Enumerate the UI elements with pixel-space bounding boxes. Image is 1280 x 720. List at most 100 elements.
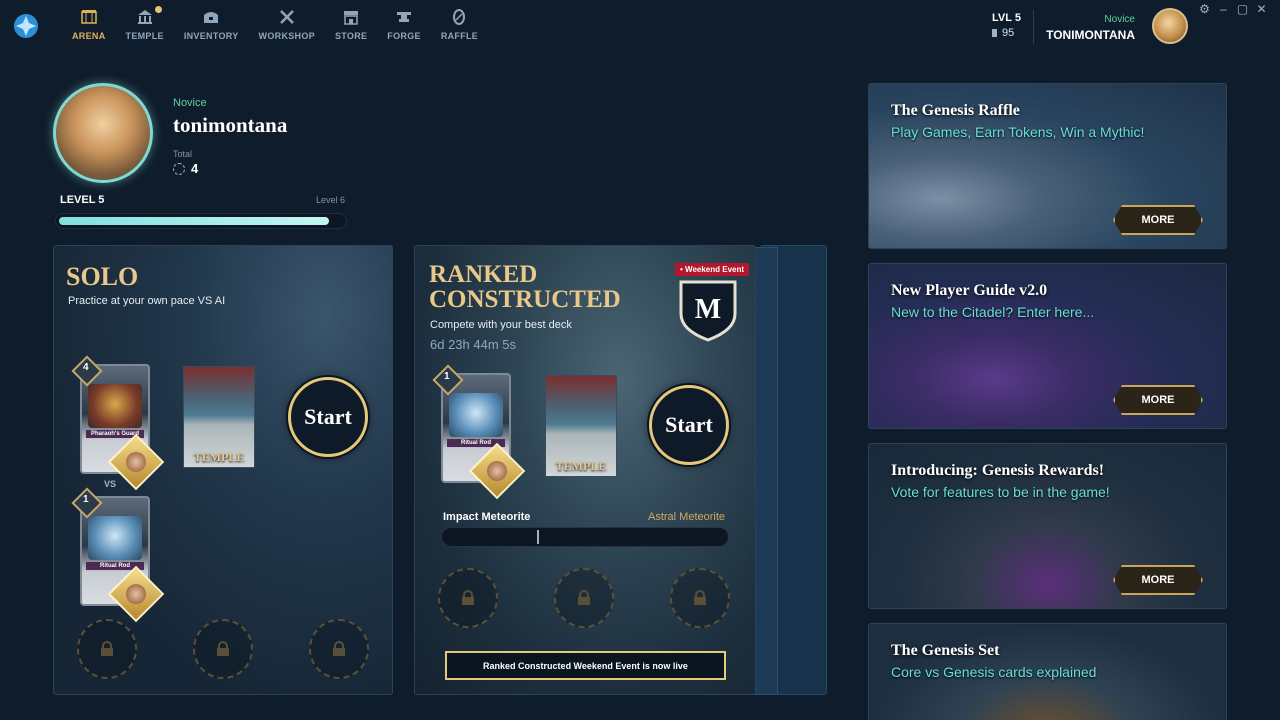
nav-raffle[interactable]: RAFFLE bbox=[431, 8, 488, 41]
lock-icon bbox=[578, 590, 590, 605]
locked-slot bbox=[193, 619, 253, 679]
weekend-event-label: Weekend Event bbox=[685, 265, 745, 274]
vs-label: VS bbox=[104, 479, 117, 489]
nav-label: STORE bbox=[334, 31, 368, 41]
arena-icon bbox=[81, 10, 97, 24]
nav-store[interactable]: STORE bbox=[325, 8, 377, 41]
news-title: The Genesis Raffle bbox=[891, 102, 1020, 119]
profile-total-value: 4 bbox=[191, 161, 199, 176]
nav-label: TEMPLE bbox=[125, 31, 164, 41]
news-title: The Genesis Set bbox=[891, 642, 1000, 659]
lock-icon bbox=[217, 641, 229, 656]
maximize-icon[interactable]: ▢ bbox=[1236, 3, 1249, 16]
deck-card-ritual-rod[interactable]: 1 Ritual Rod bbox=[71, 487, 165, 623]
nav-label: ARENA bbox=[72, 31, 106, 41]
nav-inventory[interactable]: INVENTORY bbox=[174, 8, 249, 41]
header-user[interactable]: Novice TONIMONTANA bbox=[1046, 14, 1135, 42]
news-card-player-guide[interactable]: New Player Guide v2.0 New to the Citadel… bbox=[868, 263, 1227, 429]
locked-slot bbox=[554, 568, 614, 628]
news-subtitle: Play Games, Earn Tokens, Win a Mythic! bbox=[891, 124, 1145, 140]
temple-deck[interactable]: TEMPLE bbox=[545, 375, 617, 477]
weekend-event-notice[interactable]: Ranked Constructed Weekend Event is now … bbox=[445, 651, 726, 680]
ranked-timer: 6d 23h 44m 5s bbox=[430, 337, 517, 352]
nav-label: WORKSHOP bbox=[258, 31, 315, 41]
nav-forge[interactable]: FORGE bbox=[377, 8, 431, 41]
deck-card-pharaohs-guard[interactable]: 4 Pharaoh's Guard bbox=[71, 355, 165, 491]
ranked-subtitle: Compete with your best deck bbox=[430, 319, 572, 331]
progress-current-label: Impact Meteorite bbox=[443, 511, 531, 523]
nav-arena[interactable]: ARENA bbox=[62, 8, 116, 41]
forge-icon bbox=[397, 12, 412, 22]
store-icon bbox=[344, 11, 359, 25]
card-cost: 4 bbox=[71, 355, 103, 387]
rank-progress-bar bbox=[441, 527, 729, 547]
ranked-start-button[interactable]: Start bbox=[649, 385, 729, 465]
temple-icon bbox=[137, 10, 152, 24]
shard-icon bbox=[992, 29, 997, 37]
solo-subtitle: Practice at your own pace VS AI bbox=[68, 295, 226, 307]
news-title: Introducing: Genesis Rewards! bbox=[891, 462, 1105, 479]
profile-avatar[interactable] bbox=[53, 83, 153, 183]
news-title: New Player Guide v2.0 bbox=[891, 282, 1048, 299]
solo-title: SOLO bbox=[66, 262, 139, 291]
workshop-icon bbox=[279, 10, 294, 24]
profile-total-label: Total bbox=[173, 149, 193, 159]
profile-rank: Novice bbox=[173, 97, 207, 109]
locked-slot bbox=[438, 568, 498, 628]
lock-icon bbox=[462, 590, 474, 605]
window-controls: ⚙ – ▢ ✕ bbox=[1198, 3, 1268, 16]
hero-gem-icon bbox=[107, 433, 165, 491]
temple-label: TEMPLE bbox=[555, 459, 607, 473]
temple-label: TEMPLE bbox=[193, 450, 245, 464]
locked-slot bbox=[309, 619, 369, 679]
settings-gear-icon[interactable]: ⚙ bbox=[1198, 3, 1211, 16]
raffle-icon bbox=[453, 9, 466, 25]
next-level-label: Level 6 bbox=[316, 195, 346, 205]
profile-total: 4 bbox=[173, 161, 198, 176]
header-currency: 95 bbox=[992, 27, 1021, 39]
deck-card-ritual-rod[interactable]: 1 Ritual Rod bbox=[432, 364, 526, 500]
lock-icon bbox=[101, 641, 113, 656]
game-logo-icon[interactable] bbox=[12, 12, 40, 40]
news-card-genesis-rewards[interactable]: Introducing: Genesis Rewards! Vote for f… bbox=[868, 443, 1227, 609]
card-art bbox=[449, 393, 503, 437]
nav-temple[interactable]: TEMPLE bbox=[116, 6, 174, 41]
card-cost: 1 bbox=[432, 364, 464, 396]
close-icon[interactable]: ✕ bbox=[1255, 3, 1268, 16]
temple-deck[interactable]: TEMPLE bbox=[183, 366, 255, 468]
news-subtitle: Core vs Genesis cards explained bbox=[891, 664, 1097, 680]
currency-value: 95 bbox=[1002, 27, 1015, 39]
nav-label: INVENTORY bbox=[183, 31, 239, 41]
progress-next-label: Astral Meteorite bbox=[648, 511, 726, 523]
more-button[interactable]: MORE bbox=[1113, 565, 1203, 595]
header-level: LVL 5 95 bbox=[992, 12, 1021, 39]
locked-slot bbox=[670, 568, 730, 628]
wins-icon bbox=[173, 162, 185, 175]
header-level-text: LVL 5 bbox=[992, 12, 1021, 24]
news-card-genesis-set[interactable]: The Genesis Set Core vs Genesis cards ex… bbox=[868, 623, 1227, 720]
header-divider bbox=[1033, 10, 1034, 44]
notification-dot bbox=[154, 6, 162, 13]
inventory-icon bbox=[204, 12, 219, 23]
header-avatar[interactable] bbox=[1152, 8, 1188, 44]
nav-label: FORGE bbox=[387, 31, 421, 41]
solo-panel[interactable]: SOLO Practice at your own pace VS AI 4 P… bbox=[53, 245, 393, 695]
main-nav: ARENA TEMPLE INVENTORY WORKSHOP STORE FO… bbox=[62, 6, 488, 41]
header-username: TONIMONTANA bbox=[1046, 28, 1135, 42]
header-rank: Novice bbox=[1104, 14, 1135, 25]
card-art bbox=[88, 384, 142, 428]
ranked-title-line1: RANKED bbox=[429, 261, 538, 288]
minimize-icon[interactable]: – bbox=[1217, 3, 1230, 16]
lock-icon bbox=[694, 590, 706, 605]
hero-gem-icon bbox=[468, 442, 526, 500]
solo-start-button[interactable]: Start bbox=[288, 377, 368, 457]
weekend-event-flag: • Weekend Event bbox=[675, 263, 750, 276]
more-button[interactable]: MORE bbox=[1113, 385, 1203, 415]
ranked-title-line2: CONSTRUCTED bbox=[429, 286, 621, 313]
news-card-genesis-raffle[interactable]: The Genesis Raffle Play Games, Earn Toke… bbox=[868, 83, 1227, 249]
ranked-panel[interactable]: RANKED CONSTRUCTED Compete with your bes… bbox=[414, 245, 756, 695]
rank-progress-marker bbox=[537, 530, 539, 544]
nav-workshop[interactable]: WORKSHOP bbox=[249, 8, 325, 41]
more-button[interactable]: MORE bbox=[1113, 205, 1203, 235]
nav-label: RAFFLE bbox=[440, 31, 479, 41]
